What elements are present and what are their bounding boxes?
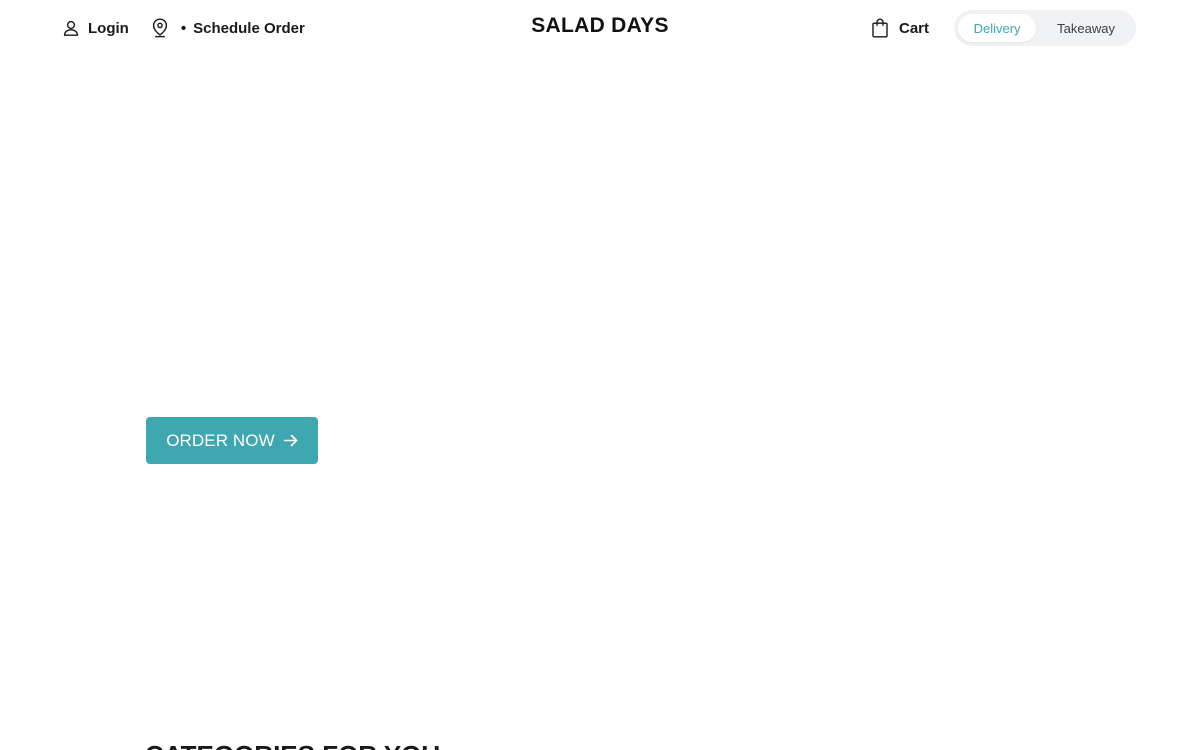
- takeaway-option[interactable]: Takeaway: [1040, 14, 1132, 42]
- shopping-bag-icon: [871, 18, 889, 38]
- brand-name[interactable]: SALAD DAYS: [531, 14, 669, 37]
- order-now-label: ORDER NOW: [166, 430, 275, 450]
- delivery-mode-toggle: Delivery Takeaway: [954, 10, 1136, 46]
- arrow-right-icon: [283, 433, 298, 448]
- delivery-option[interactable]: Delivery: [958, 14, 1037, 42]
- cart-label: Cart: [899, 19, 930, 37]
- top-navigation: Login • Schedule Order SALAD DAYS Cart D…: [0, 0, 1200, 56]
- order-now-button[interactable]: ORDER NOW: [146, 417, 318, 464]
- page: Login • Schedule Order SALAD DAYS Cart D…: [0, 0, 1200, 750]
- cart-link[interactable]: Cart: [871, 16, 929, 40]
- categories-section-title: CATEGORIES FOR YOU: [145, 740, 440, 750]
